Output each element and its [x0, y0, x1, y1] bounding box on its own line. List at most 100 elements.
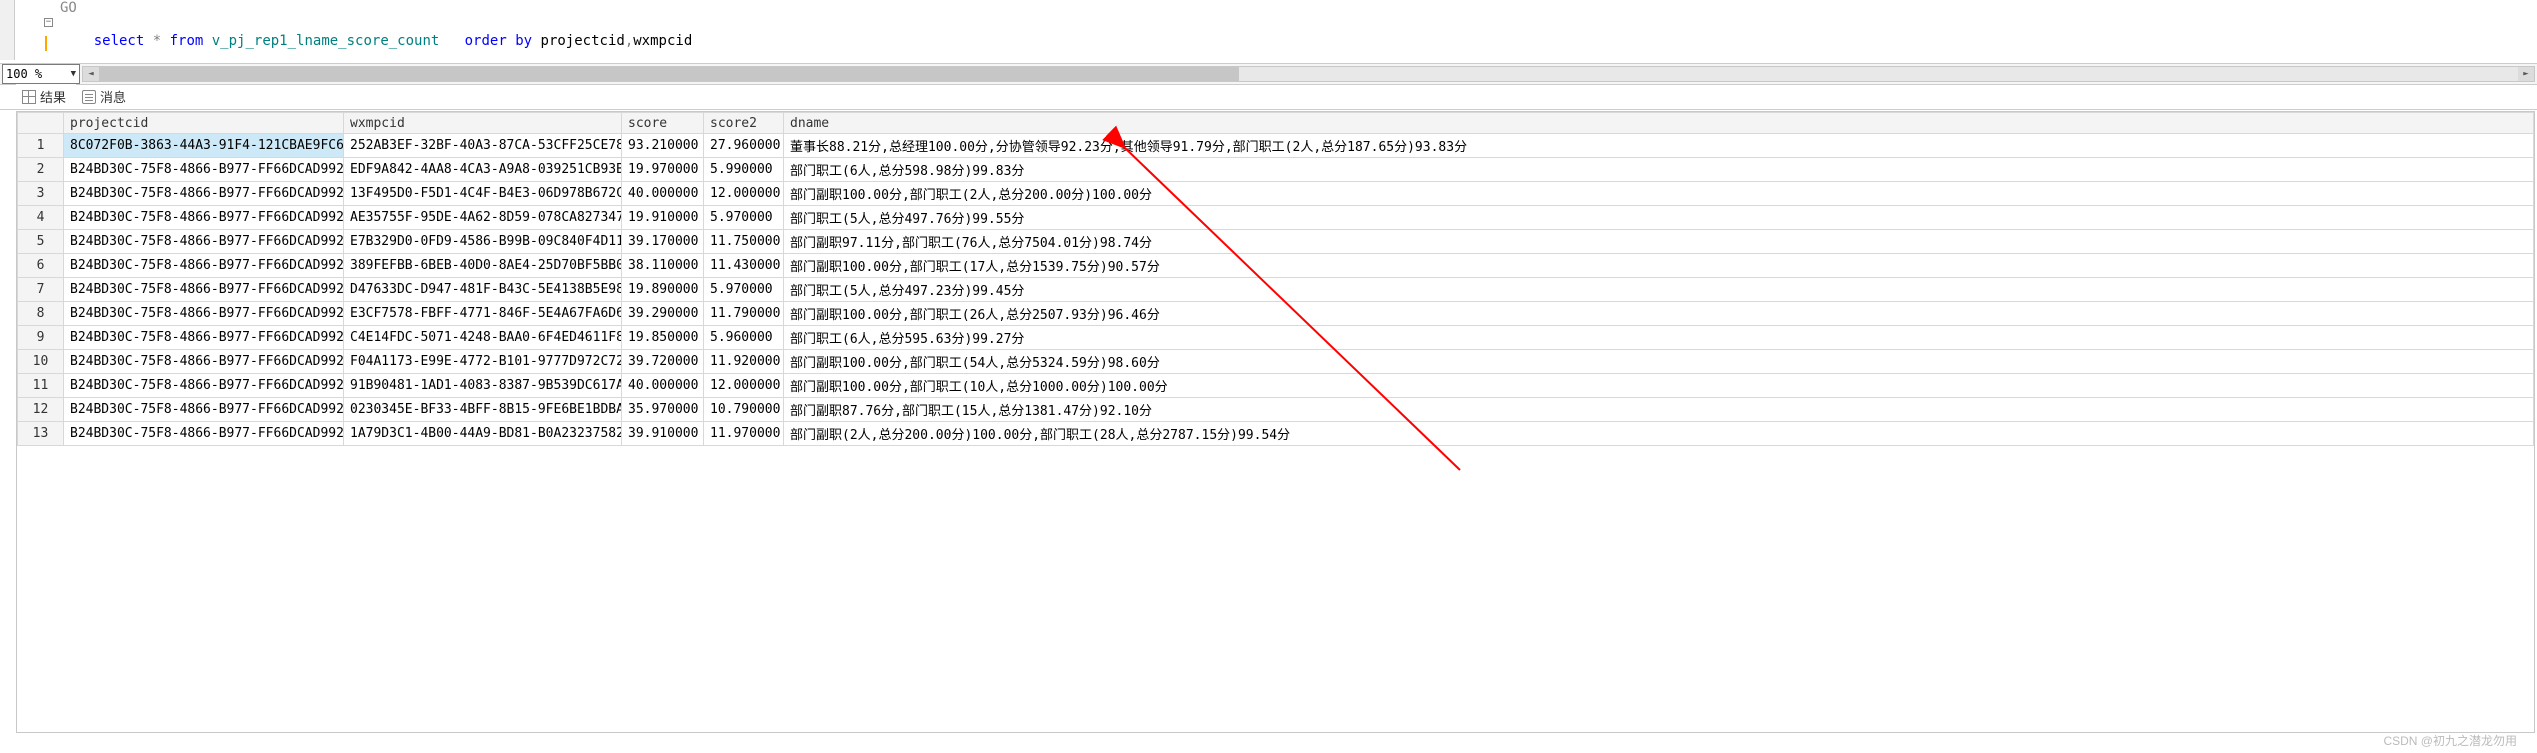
cell-wxmpcid[interactable]: 252AB3EF-32BF-40A3-87CA-53CFF25CE78C [344, 134, 622, 158]
cell-projectcid[interactable]: B24BD30C-75F8-4866-B977-FF66DCAD992B [64, 230, 344, 254]
zoom-select[interactable]: 100 % ▼ [2, 64, 80, 84]
table-row[interactable]: 2B24BD30C-75F8-4866-B977-FF66DCAD992BEDF… [18, 158, 2534, 182]
table-row[interactable]: 10B24BD30C-75F8-4866-B977-FF66DCAD992BF0… [18, 350, 2534, 374]
cell-projectcid[interactable]: B24BD30C-75F8-4866-B977-FF66DCAD992B [64, 350, 344, 374]
row-number[interactable]: 9 [18, 326, 64, 350]
cell-score[interactable]: 39.910000 [622, 422, 704, 446]
cell-score[interactable]: 35.970000 [622, 398, 704, 422]
row-number[interactable]: 10 [18, 350, 64, 374]
table-row[interactable]: 5B24BD30C-75F8-4866-B977-FF66DCAD992BE7B… [18, 230, 2534, 254]
row-number[interactable]: 3 [18, 182, 64, 206]
cell-wxmpcid[interactable]: D47633DC-D947-481F-B43C-5E4138B5E981 [344, 278, 622, 302]
cell-score[interactable]: 38.110000 [622, 254, 704, 278]
cell-projectcid[interactable]: B24BD30C-75F8-4866-B977-FF66DCAD992B [64, 302, 344, 326]
cell-score[interactable]: 19.850000 [622, 326, 704, 350]
cell-score2[interactable]: 11.430000 [704, 254, 784, 278]
table-row[interactable]: 7B24BD30C-75F8-4866-B977-FF66DCAD992BD47… [18, 278, 2534, 302]
cell-score[interactable]: 40.000000 [622, 182, 704, 206]
table-row[interactable]: 11B24BD30C-75F8-4866-B977-FF66DCAD992B91… [18, 374, 2534, 398]
sql-editor[interactable]: − GO select * from v_pj_rep1_lname_score… [16, 0, 2537, 60]
row-number[interactable]: 4 [18, 206, 64, 230]
cell-wxmpcid[interactable]: 13F495D0-F5D1-4C4F-B4E3-06D978B672C6 [344, 182, 622, 206]
cell-projectcid[interactable]: B24BD30C-75F8-4866-B977-FF66DCAD992B [64, 326, 344, 350]
cell-dname[interactable]: 董事长88.21分,总经理100.00分,分协管领导92.23分,其他领导91.… [784, 134, 2534, 158]
cell-projectcid[interactable]: B24BD30C-75F8-4866-B977-FF66DCAD992B [64, 398, 344, 422]
cell-score[interactable]: 19.970000 [622, 158, 704, 182]
cell-dname[interactable]: 部门副职(2人,总分200.00分)100.00分,部门职工(28人,总分278… [784, 422, 2534, 446]
cell-projectcid[interactable]: B24BD30C-75F8-4866-B977-FF66DCAD992B [64, 182, 344, 206]
cell-score2[interactable]: 5.960000 [704, 326, 784, 350]
row-number[interactable]: 12 [18, 398, 64, 422]
cell-dname[interactable]: 部门职工(6人,总分595.63分)99.27分 [784, 326, 2534, 350]
cell-projectcid[interactable]: B24BD30C-75F8-4866-B977-FF66DCAD992B [64, 278, 344, 302]
cell-wxmpcid[interactable]: E3CF7578-FBFF-4771-846F-5E4A67FA6D67 [344, 302, 622, 326]
cell-projectcid[interactable]: 8C072F0B-3863-44A3-91F4-121CBAE9FC6F [64, 134, 344, 158]
cell-score2[interactable]: 11.790000 [704, 302, 784, 326]
cell-score[interactable]: 93.210000 [622, 134, 704, 158]
row-number[interactable]: 2 [18, 158, 64, 182]
table-row[interactable]: 8B24BD30C-75F8-4866-B977-FF66DCAD992BE3C… [18, 302, 2534, 326]
cell-dname[interactable]: 部门副职87.76分,部门职工(15人,总分1381.47分)92.10分 [784, 398, 2534, 422]
cell-projectcid[interactable]: B24BD30C-75F8-4866-B977-FF66DCAD992B [64, 158, 344, 182]
cell-wxmpcid[interactable]: AE35755F-95DE-4A62-8D59-078CA8273479 [344, 206, 622, 230]
results-grid-wrap[interactable]: projectcid wxmpcid score score2 dname 18… [16, 111, 2535, 733]
cell-score[interactable]: 19.910000 [622, 206, 704, 230]
scroll-thumb[interactable] [99, 67, 1239, 81]
cell-dname[interactable]: 部门副职97.11分,部门职工(76人,总分7504.01分)98.74分 [784, 230, 2534, 254]
cell-score[interactable]: 39.720000 [622, 350, 704, 374]
row-number[interactable]: 8 [18, 302, 64, 326]
cell-wxmpcid[interactable]: F04A1173-E99E-4772-B101-9777D972C728 [344, 350, 622, 374]
outline-collapse-icon[interactable]: − [44, 18, 53, 27]
row-number[interactable]: 1 [18, 134, 64, 158]
col-score2[interactable]: score2 [704, 113, 784, 134]
cell-wxmpcid[interactable]: 91B90481-1AD1-4083-8387-9B539DC617AC [344, 374, 622, 398]
col-projectcid[interactable]: projectcid [64, 113, 344, 134]
row-number[interactable]: 5 [18, 230, 64, 254]
row-number[interactable]: 6 [18, 254, 64, 278]
cell-wxmpcid[interactable]: E7B329D0-0FD9-4586-B99B-09C840F4D119 [344, 230, 622, 254]
cell-score2[interactable]: 5.990000 [704, 158, 784, 182]
table-row[interactable]: 4B24BD30C-75F8-4866-B977-FF66DCAD992BAE3… [18, 206, 2534, 230]
cell-score2[interactable]: 10.790000 [704, 398, 784, 422]
cell-score2[interactable]: 11.970000 [704, 422, 784, 446]
table-row[interactable]: 9B24BD30C-75F8-4866-B977-FF66DCAD992BC4E… [18, 326, 2534, 350]
cell-dname[interactable]: 部门副职100.00分,部门职工(17人,总分1539.75分)90.57分 [784, 254, 2534, 278]
cell-projectcid[interactable]: B24BD30C-75F8-4866-B977-FF66DCAD992B [64, 422, 344, 446]
cell-dname[interactable]: 部门副职100.00分,部门职工(2人,总分200.00分)100.00分 [784, 182, 2534, 206]
cell-score[interactable]: 40.000000 [622, 374, 704, 398]
cell-wxmpcid[interactable]: 0230345E-BF33-4BFF-8B15-9FE6BE1BDBA7 [344, 398, 622, 422]
cell-projectcid[interactable]: B24BD30C-75F8-4866-B977-FF66DCAD992B [64, 206, 344, 230]
table-row[interactable]: 6B24BD30C-75F8-4866-B977-FF66DCAD992B389… [18, 254, 2534, 278]
cell-score2[interactable]: 27.960000 [704, 134, 784, 158]
results-grid[interactable]: projectcid wxmpcid score score2 dname 18… [17, 112, 2534, 446]
cell-wxmpcid[interactable]: EDF9A842-4AA8-4CA3-A9A8-039251CB93B7 [344, 158, 622, 182]
cell-score[interactable]: 39.170000 [622, 230, 704, 254]
cell-score2[interactable]: 11.750000 [704, 230, 784, 254]
cell-score2[interactable]: 5.970000 [704, 278, 784, 302]
cell-wxmpcid[interactable]: 1A79D3C1-4B00-44A9-BD81-B0A23237582B [344, 422, 622, 446]
table-row[interactable]: 12B24BD30C-75F8-4866-B977-FF66DCAD992B02… [18, 398, 2534, 422]
row-number[interactable]: 11 [18, 374, 64, 398]
cell-dname[interactable]: 部门职工(5人,总分497.23分)99.45分 [784, 278, 2534, 302]
cell-wxmpcid[interactable]: C4E14FDC-5071-4248-BAA0-6F4ED4611F84 [344, 326, 622, 350]
cell-dname[interactable]: 部门副职100.00分,部门职工(54人,总分5324.59分)98.60分 [784, 350, 2534, 374]
col-dname[interactable]: dname [784, 113, 2534, 134]
row-number[interactable]: 13 [18, 422, 64, 446]
table-row[interactable]: 18C072F0B-3863-44A3-91F4-121CBAE9FC6F252… [18, 134, 2534, 158]
editor-hscroll[interactable]: ◄ ► [82, 66, 2535, 82]
table-row[interactable]: 3B24BD30C-75F8-4866-B977-FF66DCAD992B13F… [18, 182, 2534, 206]
cell-dname[interactable]: 部门职工(5人,总分497.76分)99.55分 [784, 206, 2534, 230]
cell-dname[interactable]: 部门副职100.00分,部门职工(10人,总分1000.00分)100.00分 [784, 374, 2534, 398]
table-row[interactable]: 13B24BD30C-75F8-4866-B977-FF66DCAD992B1A… [18, 422, 2534, 446]
cell-wxmpcid[interactable]: 389FEFBB-6BEB-40D0-8AE4-25D70BF5BB04 [344, 254, 622, 278]
row-number[interactable]: 7 [18, 278, 64, 302]
col-wxmpcid[interactable]: wxmpcid [344, 113, 622, 134]
cell-projectcid[interactable]: B24BD30C-75F8-4866-B977-FF66DCAD992B [64, 374, 344, 398]
cell-score2[interactable]: 11.920000 [704, 350, 784, 374]
tab-results[interactable]: 结果 [16, 84, 76, 109]
cell-score2[interactable]: 5.970000 [704, 206, 784, 230]
col-score[interactable]: score [622, 113, 704, 134]
cell-score2[interactable]: 12.000000 [704, 374, 784, 398]
tab-messages[interactable]: 消息 [76, 84, 136, 109]
cell-score[interactable]: 39.290000 [622, 302, 704, 326]
